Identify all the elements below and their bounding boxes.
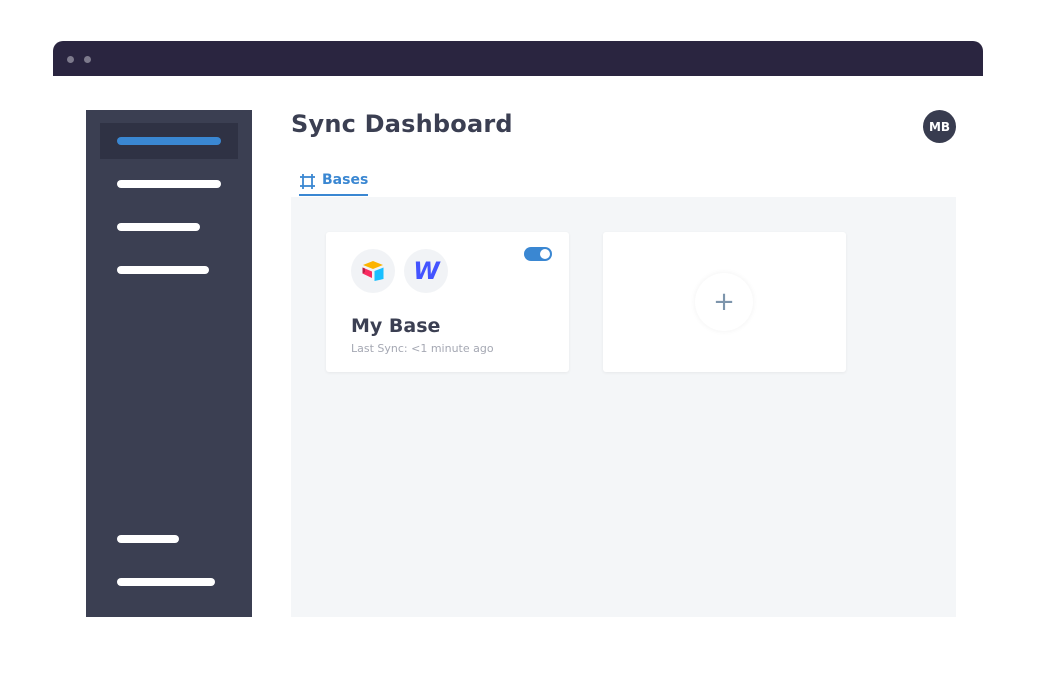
window-dot[interactable] — [84, 56, 91, 63]
toggle-knob — [540, 249, 550, 259]
avatar[interactable]: MB — [923, 110, 956, 143]
last-sync-text: Last Sync: <1 minute ago — [351, 342, 494, 355]
sidebar-item-placeholder — [117, 137, 221, 145]
tab-label: Bases — [322, 172, 369, 188]
webflow-icon: W — [404, 249, 448, 293]
sidebar-item-6[interactable] — [86, 564, 252, 600]
sync-toggle[interactable] — [524, 247, 552, 261]
sidebar-item-4[interactable] — [86, 252, 252, 288]
plus-icon[interactable]: + — [695, 273, 753, 331]
window-title-bar — [53, 41, 983, 76]
sidebar-item-placeholder — [117, 266, 209, 274]
tab-bases[interactable]: Bases — [299, 172, 369, 196]
add-base-card[interactable]: + — [603, 232, 846, 372]
sidebar-item-placeholder — [117, 535, 179, 543]
sidebar — [86, 110, 252, 617]
frame-icon — [300, 174, 315, 189]
sidebar-item-placeholder — [117, 223, 200, 231]
sidebar-item-1[interactable] — [86, 123, 252, 159]
base-card[interactable]: W My Base Last Sync: <1 minute ago — [326, 232, 569, 372]
sidebar-item-5[interactable] — [86, 521, 252, 557]
base-name: My Base — [351, 315, 441, 337]
window-dot[interactable] — [67, 56, 74, 63]
airtable-icon — [351, 249, 395, 293]
tab-active-indicator — [299, 194, 369, 196]
sidebar-item-placeholder — [117, 578, 215, 586]
webflow-glyph: W — [413, 257, 440, 285]
sidebar-item-placeholder — [117, 180, 221, 188]
sidebar-item-3[interactable] — [86, 209, 252, 245]
sidebar-item-2[interactable] — [86, 166, 252, 202]
page-title: Sync Dashboard — [291, 110, 513, 138]
